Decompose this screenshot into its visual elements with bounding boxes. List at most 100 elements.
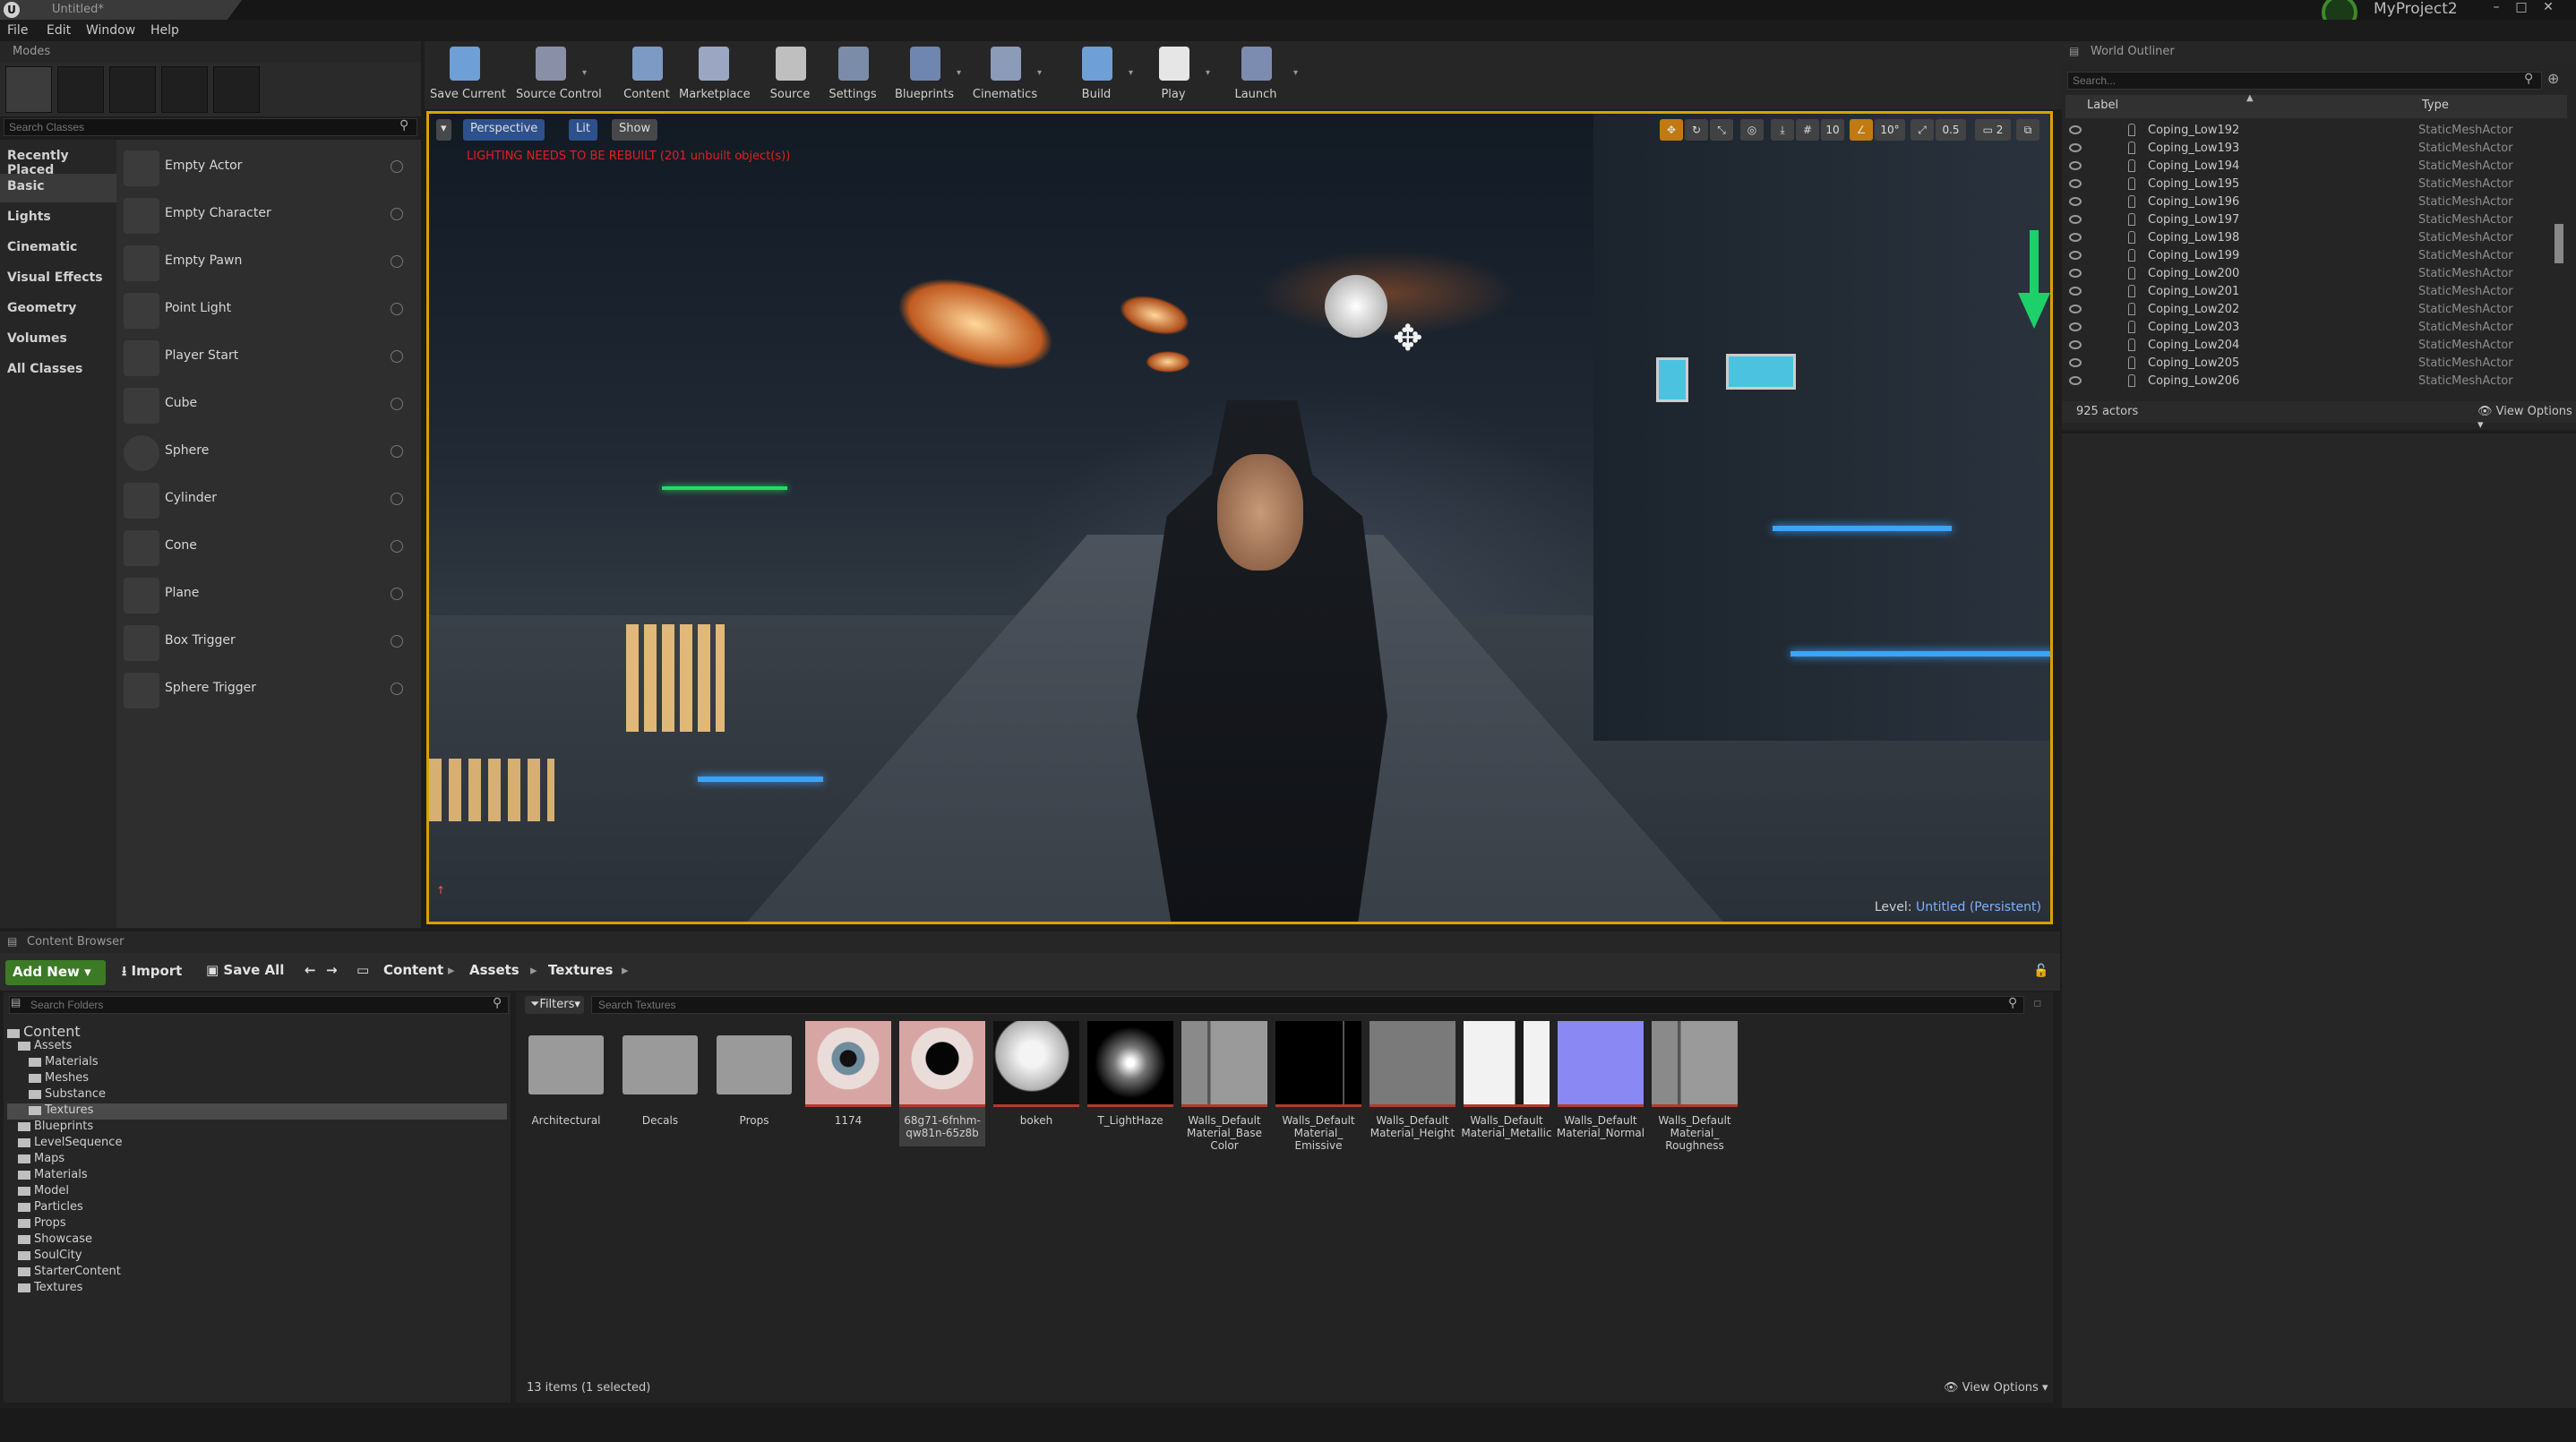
info-icon[interactable]: [391, 398, 403, 410]
visibility-eye-icon[interactable]: [2069, 305, 2082, 313]
visibility-eye-icon[interactable]: [2069, 161, 2082, 170]
minimize-button[interactable]: –: [2486, 0, 2506, 18]
menu-window[interactable]: Window: [86, 23, 135, 38]
asset-folder-tile[interactable]: Decals: [617, 1021, 703, 1146]
visibility-eye-icon[interactable]: [2069, 358, 2082, 367]
info-icon[interactable]: [391, 160, 403, 173]
visibility-eye-icon[interactable]: [2069, 322, 2082, 331]
perspective-button[interactable]: Perspective: [463, 119, 545, 141]
category-cinematic[interactable]: Cinematic: [0, 235, 116, 263]
folder-tree-item[interactable]: Props: [7, 1216, 507, 1232]
folder-tree-toggle-icon[interactable]: ▤: [11, 996, 21, 1009]
category-basic[interactable]: Basic: [0, 174, 116, 202]
content-button[interactable]: Content: [613, 45, 681, 106]
rotation-snap-value[interactable]: 10°: [1875, 119, 1905, 141]
visibility-eye-icon[interactable]: [2069, 376, 2082, 385]
texture-asset-tile[interactable]: bokeh: [993, 1021, 1079, 1146]
menu-help[interactable]: Help: [150, 23, 179, 38]
category-all-classes[interactable]: All Classes: [0, 356, 116, 385]
maximize-button[interactable]: □: [2512, 0, 2531, 18]
outliner-scrollbar[interactable]: [2555, 224, 2563, 263]
folder-tree-item[interactable]: Materials: [7, 1168, 507, 1184]
visibility-eye-icon[interactable]: [2069, 269, 2082, 278]
foliage-mode-icon[interactable]: [161, 66, 208, 113]
folder-tree-item[interactable]: StarterContent: [7, 1265, 507, 1281]
save-all-button[interactable]: ▣ Save All: [206, 962, 284, 978]
texture-asset-tile[interactable]: Walls_Default Material_Normal: [1557, 1021, 1644, 1146]
texture-asset-tile[interactable]: Walls_Default Material_Height: [1370, 1021, 1455, 1146]
info-icon[interactable]: [391, 445, 403, 458]
geometry-mode-icon[interactable]: [213, 66, 260, 113]
folder-tree-item[interactable]: Materials: [7, 1055, 507, 1071]
spot-light-actor-icon[interactable]: [1325, 275, 1387, 338]
dropdown-arrow-icon[interactable]: ▾: [1129, 68, 1133, 78]
play-button[interactable]: Play: [1139, 45, 1207, 106]
breadcrumb-textures[interactable]: Textures: [548, 962, 613, 978]
place-item-point-light[interactable]: Point Light: [124, 288, 416, 332]
category-geometry[interactable]: Geometry: [0, 296, 116, 324]
translate-tool-icon[interactable]: ✥: [1660, 119, 1683, 141]
add-new-button[interactable]: Add New ▾: [5, 960, 106, 985]
world-local-toggle-icon[interactable]: ◎: [1740, 119, 1764, 141]
place-item-box-trigger[interactable]: Box Trigger: [124, 620, 416, 665]
asset-folder-tile[interactable]: Architectural: [523, 1021, 609, 1146]
info-icon[interactable]: [391, 635, 403, 648]
classes-search-input[interactable]: [9, 120, 394, 134]
folder-tree-item[interactable]: Meshes: [7, 1071, 507, 1087]
lit-button[interactable]: Lit: [569, 119, 597, 141]
asset-search-input[interactable]: [598, 998, 1996, 1012]
place-item-empty-actor[interactable]: Empty Actor: [124, 145, 416, 190]
dropdown-arrow-icon[interactable]: ▾: [582, 68, 587, 78]
visibility-eye-icon[interactable]: [2069, 179, 2082, 188]
texture-asset-tile[interactable]: Walls_Default Material_Base Color: [1181, 1021, 1267, 1152]
rotate-tool-icon[interactable]: ↻: [1685, 119, 1708, 141]
texture-asset-tile[interactable]: Walls_Default Material_ Roughness: [1652, 1021, 1738, 1152]
texture-asset-tile[interactable]: Walls_Default Material_Metallic: [1461, 1021, 1552, 1146]
visibility-eye-icon[interactable]: [2069, 197, 2082, 206]
folder-tree-item[interactable]: Assets: [7, 1039, 507, 1055]
rotation-snap-icon[interactable]: ∠: [1850, 119, 1873, 141]
outliner-view-options-button[interactable]: 👁 View Options ▾: [2477, 405, 2576, 432]
folder-tree-item[interactable]: Particles: [7, 1200, 507, 1216]
dropdown-arrow-icon[interactable]: ▾: [1206, 68, 1210, 78]
folder-tree-item[interactable]: Maps: [7, 1152, 507, 1168]
scale-snap-icon[interactable]: ⤢: [1911, 119, 1934, 141]
history-forward-button[interactable]: →: [326, 962, 338, 978]
info-icon[interactable]: [391, 208, 403, 220]
level-viewport[interactable]: ✥ ↑ ▾ Perspective Lit Show ✥ ↻ ⤡ ◎ ⤓ # 1…: [426, 111, 2053, 924]
texture-asset-tile[interactable]: Walls_Default Material_ Emissive: [1275, 1021, 1361, 1152]
source-control-button[interactable]: Source Control: [516, 45, 602, 106]
visibility-eye-icon[interactable]: [2069, 340, 2082, 349]
info-icon[interactable]: [391, 682, 403, 695]
show-button[interactable]: Show: [612, 119, 658, 141]
visibility-eye-icon[interactable]: [2069, 125, 2082, 134]
dropdown-arrow-icon[interactable]: ▾: [957, 68, 961, 78]
info-icon[interactable]: [391, 493, 403, 505]
close-window-button[interactable]: ✕: [2538, 0, 2558, 18]
outliner-row[interactable]: Coping_Low205 StaticMeshActor: [2065, 355, 2556, 373]
filters-button[interactable]: ⏷Filters▾: [525, 996, 584, 1014]
folder-tree-item[interactable]: Model: [7, 1184, 507, 1200]
breadcrumb-content[interactable]: Content: [383, 962, 443, 978]
info-icon[interactable]: [391, 588, 403, 600]
folder-tree-item[interactable]: Textures: [7, 1103, 507, 1120]
info-icon[interactable]: [391, 303, 403, 315]
visibility-eye-icon[interactable]: [2069, 215, 2082, 224]
outliner-row[interactable]: Coping_Low196 StaticMeshActor: [2065, 193, 2556, 211]
asset-view-options-button[interactable]: 👁 View Options ▾: [1944, 1381, 2048, 1395]
outliner-row[interactable]: Coping_Low206 StaticMeshActor: [2065, 373, 2556, 391]
dropdown-arrow-icon[interactable]: ▾: [1037, 68, 1042, 78]
viewport-options-button[interactable]: ▾: [436, 119, 451, 141]
build-button[interactable]: Build: [1062, 45, 1130, 106]
history-back-button[interactable]: ←: [305, 962, 316, 978]
save-search-icon[interactable]: ▫: [2033, 996, 2042, 1010]
breadcrumb-assets[interactable]: Assets: [469, 962, 519, 978]
grid-snap-value[interactable]: 10: [1821, 119, 1844, 141]
folder-tree-item[interactable]: Textures: [7, 1281, 507, 1297]
place-item-empty-character[interactable]: Empty Character: [124, 193, 416, 237]
folder-tree-item[interactable]: Substance: [7, 1087, 507, 1103]
place-mode-icon[interactable]: [5, 66, 52, 113]
folder-tree-item[interactable]: LevelSequence: [7, 1136, 507, 1152]
visibility-eye-icon[interactable]: [2069, 251, 2082, 260]
settings-button[interactable]: Settings: [819, 45, 887, 106]
